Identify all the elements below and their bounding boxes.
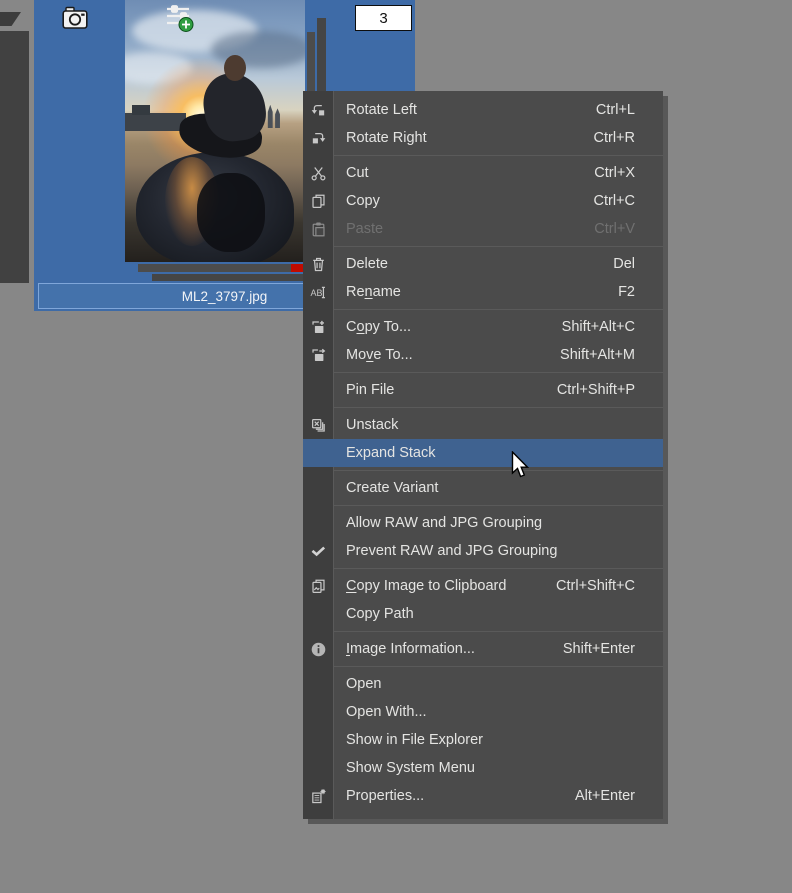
photo-roofline <box>125 112 187 131</box>
menu-item-label: Prevent RAW and JPG Grouping <box>346 543 558 559</box>
menu-item-shortcut: Ctrl+Shift+C <box>556 578 635 594</box>
rename-icon: AB <box>303 284 333 301</box>
rotate-left-icon <box>303 102 333 119</box>
svg-text:AB: AB <box>310 287 322 297</box>
menu-item-paste: Paste Ctrl+V <box>303 215 663 243</box>
menu-item-label: Expand Stack <box>346 445 436 461</box>
menu-separator <box>334 372 663 373</box>
info-icon <box>303 641 333 658</box>
menu-item-unstack[interactable]: Unstack <box>303 411 663 439</box>
menu-item-label: Copy To... <box>346 319 412 335</box>
menu-separator <box>334 470 663 471</box>
copy-image-icon <box>303 578 333 595</box>
move-to-icon <box>303 347 333 364</box>
menu-item-label: Unstack <box>346 417 399 433</box>
stack-top-photo[interactable] <box>125 0 305 262</box>
menu-item-label: Show in File Explorer <box>346 732 483 748</box>
menu-item-rotate-right[interactable]: Rotate Right Ctrl+R <box>303 124 663 152</box>
menu-item-cut[interactable]: Cut Ctrl+X <box>303 159 663 187</box>
menu-item-shortcut: Ctrl+X <box>594 165 635 181</box>
menu-item-shortcut: Shift+Alt+C <box>561 319 635 335</box>
menu-item-copy-path[interactable]: Copy Path <box>303 600 663 628</box>
menu-item-properties[interactable]: Properties... Alt+Enter <box>303 782 663 810</box>
stack-card-edge <box>152 274 303 281</box>
delete-icon <box>303 256 333 273</box>
stack-card-color-label <box>291 264 303 272</box>
menu-item-image-information[interactable]: Image Information... Shift+Enter <box>303 635 663 663</box>
menu-item-label: Properties... <box>346 788 425 804</box>
photo-person-head <box>224 55 246 82</box>
menu-item-label: Open <box>346 676 382 692</box>
menu-item-shortcut: Ctrl+V <box>594 221 635 237</box>
properties-icon <box>303 788 333 805</box>
menu-separator <box>334 155 663 156</box>
menu-item-copy-to[interactable]: Copy To... Shift+Alt+C <box>303 313 663 341</box>
menu-item-allow-raw-jpg[interactable]: Allow RAW and JPG Grouping <box>303 509 663 537</box>
context-menu: Rotate Left Ctrl+L Rotate Right Ctrl+R Cut Ct… <box>303 91 663 819</box>
menu-item-label: Rotate Left <box>346 102 417 118</box>
neighbor-thumbnail-corner <box>0 12 21 26</box>
menu-item-label: Show System Menu <box>346 760 475 776</box>
menu-item-copy-image-to-clipboard[interactable]: Copy Image to Clipboard Ctrl+Shift+C <box>303 572 663 600</box>
menu-item-rotate-left[interactable]: Rotate Left Ctrl+L <box>303 96 663 124</box>
menu-item-move-to[interactable]: Move To... Shift+Alt+M <box>303 341 663 369</box>
menu-item-open[interactable]: Open <box>303 670 663 698</box>
menu-item-show-system-menu[interactable]: Show System Menu <box>303 754 663 782</box>
menu-item-label: Allow RAW and JPG Grouping <box>346 515 543 531</box>
menu-item-pin-file[interactable]: Pin File Ctrl+Shift+P <box>303 376 663 404</box>
menu-separator <box>334 631 663 632</box>
menu-separator <box>334 246 663 247</box>
menu-item-label: Delete <box>346 256 388 272</box>
develop-settings-icon <box>159 4 197 34</box>
menu-item-rename[interactable]: AB Rename F2 <box>303 278 663 306</box>
unstack-icon <box>303 417 333 434</box>
menu-item-label: Open With... <box>346 704 427 720</box>
menu-item-shortcut: Del <box>613 256 635 272</box>
menu-item-label: Move To... <box>346 347 413 363</box>
stack-count-badge[interactable]: 3 <box>355 5 412 31</box>
menu-item-label: Cut <box>346 165 369 181</box>
file-browser-canvas: 3 ML2_3797.jpg Rotate Left Ctrl+L Rotate R… <box>0 0 792 893</box>
photo-roofline <box>132 104 151 116</box>
menu-separator <box>334 309 663 310</box>
menu-item-delete[interactable]: Delete Del <box>303 250 663 278</box>
photo-reflection-figure <box>197 172 266 252</box>
menu-item-shortcut: Shift+Enter <box>562 641 635 657</box>
menu-item-shortcut: Alt+Enter <box>574 788 635 804</box>
menu-item-shortcut: Ctrl+C <box>593 193 636 209</box>
menu-item-label: Paste <box>346 221 384 237</box>
menu-separator <box>334 568 663 569</box>
menu-item-label: Create Variant <box>346 480 439 496</box>
menu-item-expand-stack[interactable]: Expand Stack <box>303 439 663 467</box>
copy-icon <box>303 193 333 210</box>
neighbor-thumbnail-edge <box>0 31 29 283</box>
check-icon <box>303 543 333 560</box>
menu-item-label: Copy Path <box>346 606 414 622</box>
menu-item-label: Rename <box>346 284 401 300</box>
menu-item-label: Pin File <box>346 382 395 398</box>
menu-item-shortcut: Ctrl+Shift+P <box>556 382 635 398</box>
menu-item-shortcut: F2 <box>618 284 635 300</box>
menu-item-prevent-raw-jpg[interactable]: Prevent RAW and JPG Grouping <box>303 537 663 565</box>
cut-icon <box>303 165 333 182</box>
copy-to-icon <box>303 319 333 336</box>
stack-card-edge <box>138 264 303 272</box>
menu-item-label: Copy Image to Clipboard <box>346 578 507 594</box>
menu-separator <box>334 407 663 408</box>
camera-icon <box>62 5 88 31</box>
menu-separator <box>334 666 663 667</box>
menu-item-show-in-file-explorer[interactable]: Show in File Explorer <box>303 726 663 754</box>
menu-item-label: Rotate Right <box>346 130 427 146</box>
paste-icon <box>303 221 333 238</box>
menu-item-label: Copy <box>346 193 380 209</box>
menu-item-label: Image Information... <box>346 641 475 657</box>
menu-item-shortcut: Ctrl+R <box>593 130 636 146</box>
menu-item-copy[interactable]: Copy Ctrl+C <box>303 187 663 215</box>
menu-separator <box>334 505 663 506</box>
menu-item-shortcut: Ctrl+L <box>595 102 635 118</box>
rotate-right-icon <box>303 130 333 147</box>
menu-item-create-variant[interactable]: Create Variant <box>303 474 663 502</box>
menu-item-shortcut: Shift+Alt+M <box>560 347 635 363</box>
menu-item-open-with[interactable]: Open With... <box>303 698 663 726</box>
